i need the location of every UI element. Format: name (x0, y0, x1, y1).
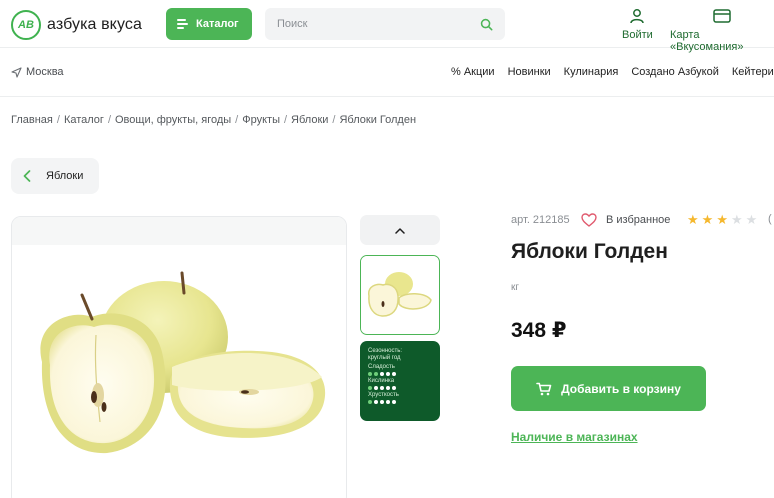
location-arrow-icon (11, 66, 22, 78)
level-dot (368, 386, 372, 390)
rating-stars[interactable]: ★ ★ ★ ★ ★ (687, 213, 757, 227)
level-dot (368, 372, 372, 376)
level-dot (386, 386, 390, 390)
nav-link-cooking[interactable]: Кулинария (564, 66, 619, 78)
logo-text: азбука вкуса (47, 16, 142, 33)
acidity-row: Кислинка (368, 378, 432, 390)
apples-image (12, 217, 346, 498)
cart-icon (536, 382, 552, 395)
nav-link-sales[interactable]: % Акции (451, 66, 495, 78)
product-price: 348 ₽ (511, 319, 567, 342)
rating-star[interactable]: ★ (716, 213, 728, 227)
level-dot (380, 372, 384, 376)
favorites-label: В избранное (606, 214, 671, 226)
search-input[interactable] (265, 8, 475, 40)
sweetness-dots (368, 372, 432, 376)
catalog-button-label: Каталог (196, 18, 239, 30)
product-main-image[interactable] (11, 216, 347, 498)
level-dot (392, 372, 396, 376)
chevron-left-icon (23, 170, 31, 182)
nav-link-new[interactable]: Новинки (508, 66, 551, 78)
rating-star[interactable]: ★ (746, 213, 758, 227)
season-row: Сезонность: круглый год (368, 348, 432, 362)
chevron-up-icon (395, 227, 405, 234)
thumbnail-info-card[interactable]: Сезонность: круглый год Сладость Кислинк… (360, 341, 440, 421)
breadcrumb-home[interactable]: Главная (11, 114, 53, 126)
crunch-dots (368, 400, 432, 404)
level-dot (374, 400, 378, 404)
breadcrumb: Главная / Каталог / Овощи, фрукты, ягоды / Фру… (11, 114, 417, 126)
nav-link-catering[interactable]: Кейтеринг (732, 66, 774, 78)
rating-star[interactable]: ★ (702, 213, 714, 227)
level-dot (392, 400, 396, 404)
rating-star[interactable]: ★ (731, 213, 743, 227)
nav-link-own-brand[interactable]: Создано Азбукой (631, 66, 719, 78)
crunch-label: Хрусткость (368, 392, 399, 398)
nav-links: % Акции Новинки Кулинария Создано Азбуко… (451, 66, 774, 78)
card-icon (713, 9, 731, 23)
loyalty-card-button[interactable]: Карта «Вкусомания» (670, 8, 774, 53)
login-label: Войти (622, 29, 653, 41)
article-number: арт. 212185 (511, 214, 570, 226)
menu-icon (177, 19, 188, 29)
thumbnails-scroll-up-button[interactable] (360, 215, 440, 245)
product-title: Яблоки Голден (511, 240, 668, 263)
breadcrumb-current: Яблоки Голден (339, 114, 417, 126)
level-dot (374, 386, 378, 390)
user-icon (630, 9, 645, 24)
catalog-button[interactable]: Каталог (166, 8, 252, 40)
level-dot (374, 372, 378, 376)
season-value: круглый год (368, 355, 401, 361)
city-selector[interactable]: Москва (11, 66, 64, 78)
level-dot (380, 400, 384, 404)
back-button-label: Яблоки (46, 170, 84, 182)
acidity-label: Кислинка (368, 378, 395, 384)
add-to-cart-label: Добавить в корзину (561, 381, 681, 396)
search-icon[interactable] (480, 18, 493, 31)
back-button[interactable]: Яблоки (11, 158, 99, 194)
site-header: АВ азбука вкуса Каталог Войти Карта «Вку… (0, 0, 774, 53)
level-dot (368, 400, 372, 404)
breadcrumb-vegetables[interactable]: Овощи, фрукты, ягоды (115, 114, 231, 126)
logo-mark: АВ (11, 10, 41, 40)
city-label: Москва (26, 66, 64, 78)
breadcrumb-fruits[interactable]: Фрукты (242, 114, 280, 126)
add-to-favorites-button[interactable]: В избранное (581, 213, 670, 227)
add-to-cart-button[interactable]: Добавить в корзину (511, 366, 706, 411)
level-dot (392, 386, 396, 390)
breadcrumb-catalog[interactable]: Каталог (64, 114, 104, 126)
level-dot (386, 372, 390, 376)
store-availability-link[interactable]: Наличие в магазинах (511, 430, 638, 444)
thumbnail-photo[interactable] (360, 255, 440, 335)
level-dot (380, 386, 384, 390)
sub-navigation: Москва % Акции Новинки Кулинария Создано… (0, 49, 774, 97)
logo[interactable]: АВ азбука вкуса (11, 10, 142, 40)
login-button[interactable]: Войти (622, 8, 653, 41)
rating-star[interactable]: ★ (687, 213, 699, 227)
apples-thumbnail-image (361, 256, 438, 333)
rating-count[interactable]: ( (768, 213, 772, 225)
crunch-row: Хрусткость (368, 392, 432, 404)
product-unit: кг (511, 282, 520, 293)
level-dot (386, 400, 390, 404)
season-label: Сезонность: (368, 348, 403, 354)
heart-icon (581, 213, 597, 227)
search-bar (265, 8, 505, 40)
breadcrumb-apples[interactable]: Яблоки (291, 114, 328, 126)
sweetness-row: Сладость (368, 364, 432, 376)
acidity-dots (368, 386, 432, 390)
sweetness-label: Сладость (368, 364, 395, 370)
